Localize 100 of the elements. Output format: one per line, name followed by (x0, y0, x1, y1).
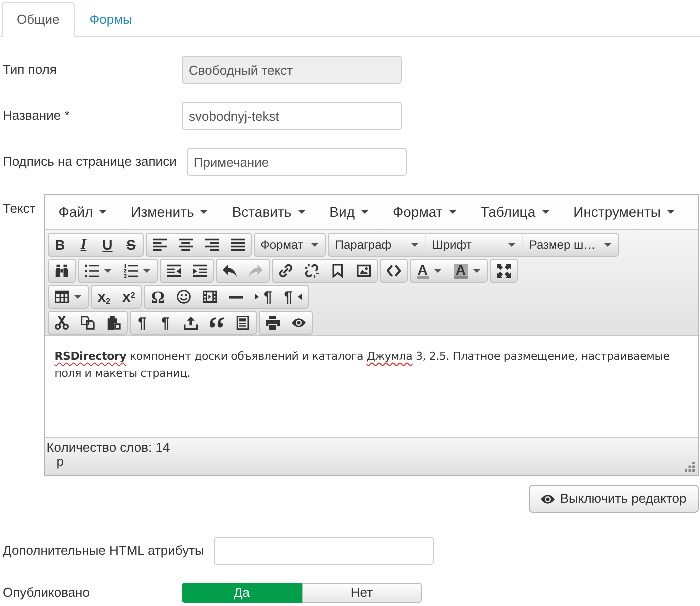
print-button[interactable] (258, 311, 286, 335)
template-icon (236, 316, 250, 330)
subscript-button[interactable]: x$_{2}$ (90, 285, 117, 309)
menu-item[interactable]: Файл (46, 199, 120, 225)
field-label: Тип поля (3, 61, 58, 79)
resize-handle-icon[interactable] (684, 462, 695, 472)
text-color-button[interactable]: A (410, 259, 448, 283)
field-label: Название * (3, 107, 71, 125)
code-brackets-icon (386, 264, 401, 278)
caret-icon (472, 269, 481, 273)
outdent-button[interactable] (160, 259, 187, 283)
outdent-icon (166, 264, 181, 278)
special-character-button[interactable]: Ω (144, 285, 171, 309)
broken-chain-icon (304, 264, 319, 278)
right-to-left-button[interactable]: ¶ (278, 285, 309, 309)
text-input[interactable]: Примечание (186, 148, 407, 176)
text-input[interactable]: svobodnyj-tekst (182, 102, 402, 130)
pilcrow-button[interactable]: ¶ (130, 311, 154, 335)
triangle-icon (254, 294, 259, 300)
align-justify-icon (230, 238, 245, 252)
triangle-icon (298, 294, 302, 300)
image-button[interactable] (350, 259, 378, 283)
paste-button[interactable] (100, 311, 128, 335)
menu-item[interactable]: Вид (318, 199, 381, 225)
menu-item[interactable]: Изменить (119, 199, 220, 225)
menu-item[interactable]: Таблица (468, 199, 562, 225)
source-code-button[interactable] (380, 259, 408, 283)
chain-link-icon (278, 264, 293, 278)
table-grid-icon (54, 290, 69, 304)
dropdown-button[interactable]: Размер ш… (522, 233, 620, 257)
editor-paragraph: RSDirectory компонент доски объявлений и каталога Джумла 3, 2.5. Платное размещение, настраиваемые поля и макеты страниц. (54, 349, 671, 382)
caret-icon (604, 243, 612, 247)
align-left-button[interactable] (146, 233, 173, 257)
pilcrow-button[interactable]: ¶ (154, 311, 178, 335)
cut-button[interactable] (48, 311, 75, 335)
background-color-button[interactable]: A (448, 259, 488, 283)
menu-item[interactable]: Формат (380, 199, 469, 225)
template-button[interactable] (230, 311, 257, 335)
caret-icon (104, 269, 112, 273)
bookmark-icon (330, 264, 345, 278)
toggle-option[interactable]: Да (182, 583, 302, 603)
caret-icon (542, 210, 550, 214)
left-to-right-button[interactable]: ¶ (248, 285, 278, 309)
field-label: Подпись на странице записи (3, 153, 177, 171)
dropdown-button[interactable]: Параграф (328, 233, 426, 257)
caret-icon (448, 210, 457, 214)
text-input[interactable] (214, 537, 434, 565)
caret-icon (411, 243, 420, 247)
tray-up-arrow-icon (184, 316, 198, 330)
italic-button[interactable]: I (72, 233, 96, 257)
tab[interactable]: Общие (2, 2, 75, 37)
superscript-button[interactable]: x$^{2}$ (116, 285, 142, 309)
disable-editor-button[interactable]: Выключить редактор (529, 485, 699, 513)
caret-icon (99, 210, 108, 214)
find-replace-button[interactable] (48, 259, 76, 283)
align-justify-button[interactable] (224, 233, 252, 257)
eye-icon (292, 316, 306, 330)
eye-icon (541, 494, 556, 504)
indent-icon (192, 264, 207, 278)
align-center-icon (178, 238, 193, 252)
dropdown-button[interactable]: Формат (254, 233, 326, 257)
scissors-icon (54, 316, 69, 330)
caret-icon (142, 269, 151, 273)
caret-icon (434, 269, 442, 273)
redo-arrow-icon (248, 264, 263, 278)
menu-item[interactable]: Инструменты (562, 199, 687, 225)
printer-icon (266, 316, 280, 330)
fullscreen-button[interactable] (490, 259, 518, 283)
undo-arrow-icon (222, 264, 237, 278)
table-button[interactable] (48, 285, 89, 309)
field-label: Дополнительные HTML атрибуты (3, 542, 204, 560)
menu-item[interactable]: Вставить (220, 199, 318, 225)
align-left-icon (152, 238, 167, 252)
caret-icon (200, 210, 208, 214)
dropdown-button[interactable]: Шрифт (425, 233, 522, 257)
picture-icon (356, 264, 371, 278)
clipboard-icon (106, 316, 121, 330)
caret-icon (666, 210, 675, 214)
underline-button[interactable]: U (96, 233, 120, 257)
caret-icon (74, 295, 82, 299)
fullscreen-arrows-icon (496, 264, 511, 278)
caret-icon (298, 210, 306, 214)
link-button[interactable] (272, 259, 299, 283)
undo-button[interactable] (216, 259, 243, 283)
numbered-list-button[interactable] (118, 259, 158, 283)
copy-pages-icon (80, 316, 95, 330)
tab[interactable]: Формы (74, 2, 148, 37)
bullet-list-button[interactable] (78, 259, 118, 283)
bullet-list-icon (84, 264, 99, 278)
numbered-list-icon (124, 264, 138, 278)
element-path-link[interactable]: p (56, 455, 64, 469)
bold-button[interactable]: B (48, 233, 72, 257)
film-icon (202, 290, 217, 304)
toggle-option[interactable]: Нет (302, 583, 422, 603)
indent-button[interactable] (186, 259, 214, 283)
strikethrough-button[interactable]: S (120, 233, 144, 257)
smiley-icon (176, 290, 191, 304)
caret-icon (360, 210, 369, 214)
preview-button[interactable] (286, 311, 313, 335)
word-count-text: Количество слов: 14 (46, 440, 170, 455)
